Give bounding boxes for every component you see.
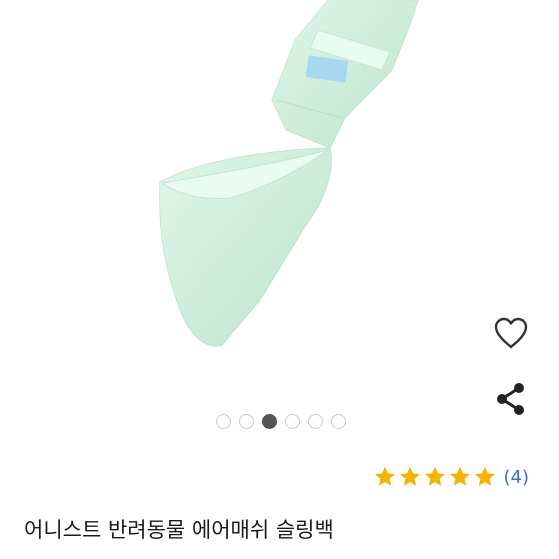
star-rating	[373, 465, 497, 489]
star-icon	[424, 466, 445, 486]
sling-bag-illustration	[159, 0, 419, 347]
product-image[interactable]	[0, 0, 559, 400]
wishlist-button[interactable]	[490, 313, 532, 353]
product-title: 어니스트 반려동물 에어매쉬 슬링백	[24, 518, 334, 542]
share-icon	[497, 383, 524, 415]
star-icon	[374, 466, 395, 486]
star-icon	[449, 466, 470, 486]
review-count-link[interactable]: (4)	[504, 467, 530, 488]
carousel-dot[interactable]	[330, 413, 346, 429]
star-icon	[474, 466, 495, 486]
carousel-dot[interactable]	[238, 413, 254, 429]
carousel-dot[interactable]	[215, 413, 231, 429]
rating-summary[interactable]: (4)	[373, 462, 530, 492]
carousel-indicator	[0, 413, 559, 429]
star-icon	[399, 466, 420, 486]
carousel-dot[interactable]	[261, 413, 277, 429]
carousel-dot[interactable]	[307, 413, 323, 429]
heart-outline-icon	[494, 317, 528, 349]
carousel-dot[interactable]	[284, 413, 300, 429]
